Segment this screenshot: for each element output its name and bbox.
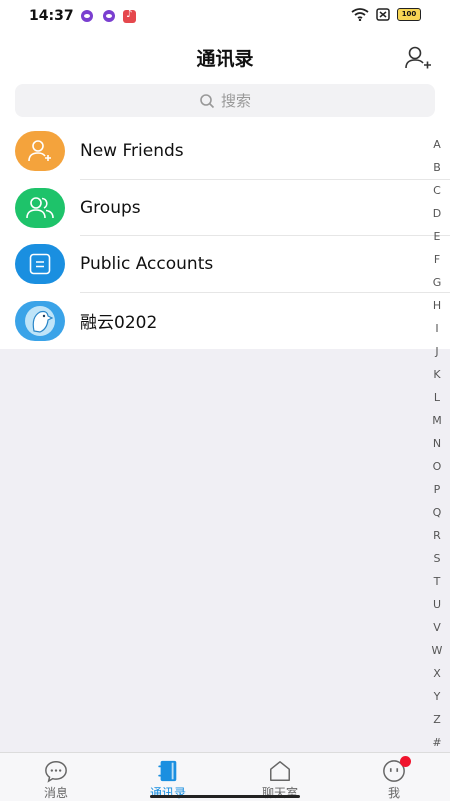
index-letter[interactable]: J xyxy=(435,340,438,363)
chat-bubble-icon xyxy=(45,761,67,783)
notification-app-icon xyxy=(103,10,115,22)
music-notification-icon xyxy=(123,9,136,23)
wifi-icon xyxy=(351,8,369,21)
index-letter[interactable]: O xyxy=(433,455,442,478)
battery-indicator: 100 xyxy=(397,8,421,21)
list-item-contact[interactable]: 融云0202 xyxy=(0,293,450,350)
index-letter[interactable]: Q xyxy=(433,501,442,524)
home-indicator[interactable] xyxy=(150,795,300,798)
search-placeholder: 搜索 xyxy=(220,92,251,110)
index-letter[interactable]: A xyxy=(433,133,441,156)
contacts-book-icon xyxy=(158,760,177,782)
tab-label: 聊天室 xyxy=(261,786,298,800)
tab-label: 消息 xyxy=(43,786,68,800)
groups-icon xyxy=(15,187,65,228)
index-letter[interactable]: P xyxy=(434,478,441,501)
sim-off-icon xyxy=(376,8,390,21)
list-item-groups[interactable]: Groups xyxy=(0,180,450,236)
new-friends-icon xyxy=(15,131,65,172)
index-letter[interactable]: E xyxy=(434,225,441,248)
index-letter[interactable]: L xyxy=(434,386,440,409)
index-letter[interactable]: N xyxy=(433,432,441,455)
index-letter[interactable]: # xyxy=(432,731,441,754)
contact-list: New Friends Groups Public Accounts 融云020… xyxy=(0,123,450,349)
notification-badge xyxy=(400,756,411,767)
contact-label: Public Accounts xyxy=(80,254,214,275)
tab-label: 通讯录 xyxy=(149,786,186,800)
index-letter[interactable]: G xyxy=(433,271,442,294)
alphabet-index[interactable]: A B C D E F G H I J K L M N O P Q R S T … xyxy=(424,133,450,754)
index-letter[interactable]: B xyxy=(433,156,441,179)
index-letter[interactable]: K xyxy=(433,363,440,386)
index-letter[interactable]: Z xyxy=(433,708,441,731)
notification-app-icon xyxy=(81,10,93,22)
contact-label: New Friends xyxy=(80,141,184,162)
index-letter[interactable]: W xyxy=(432,639,443,662)
public-accounts-icon xyxy=(15,244,65,285)
index-letter[interactable]: R xyxy=(433,524,441,547)
tab-chatroom[interactable]: 聊天室 xyxy=(224,753,336,801)
index-letter[interactable]: V xyxy=(433,616,441,639)
index-letter[interactable]: C xyxy=(433,179,441,202)
index-letter[interactable]: T xyxy=(434,570,441,593)
index-letter[interactable]: Y xyxy=(434,685,441,708)
list-item-public-accounts[interactable]: Public Accounts xyxy=(0,236,450,293)
index-letter[interactable]: D xyxy=(433,202,441,225)
chatroom-home-icon xyxy=(270,761,290,781)
status-bar: 14:37 100 xyxy=(0,0,450,32)
index-letter[interactable]: S xyxy=(434,547,441,570)
search-icon xyxy=(200,93,215,108)
contact-label: Groups xyxy=(80,197,141,218)
list-item-new-friends[interactable]: New Friends xyxy=(0,123,450,180)
tab-label: 我 xyxy=(387,786,400,800)
tab-messages[interactable]: 消息 xyxy=(0,753,112,801)
tab-me[interactable]: 我 xyxy=(338,753,450,801)
page-title: 通讯录 xyxy=(196,48,254,70)
index-letter[interactable]: H xyxy=(433,294,441,317)
index-letter[interactable]: M xyxy=(432,409,442,432)
status-time: 14:37 xyxy=(29,8,74,24)
index-letter[interactable]: I xyxy=(435,317,438,340)
index-letter[interactable]: X xyxy=(433,662,441,685)
index-letter[interactable]: U xyxy=(433,593,441,616)
add-friend-icon[interactable] xyxy=(404,44,432,72)
contact-label: 融云0202 xyxy=(80,313,158,334)
tab-contacts[interactable]: 通讯录 xyxy=(112,753,224,801)
index-letter[interactable]: F xyxy=(434,248,440,271)
bird-avatar xyxy=(15,300,65,341)
bottom-tab-bar: 消息 通讯录 聊天室 我 xyxy=(0,752,450,801)
search-input[interactable]: 搜索 xyxy=(15,84,435,117)
